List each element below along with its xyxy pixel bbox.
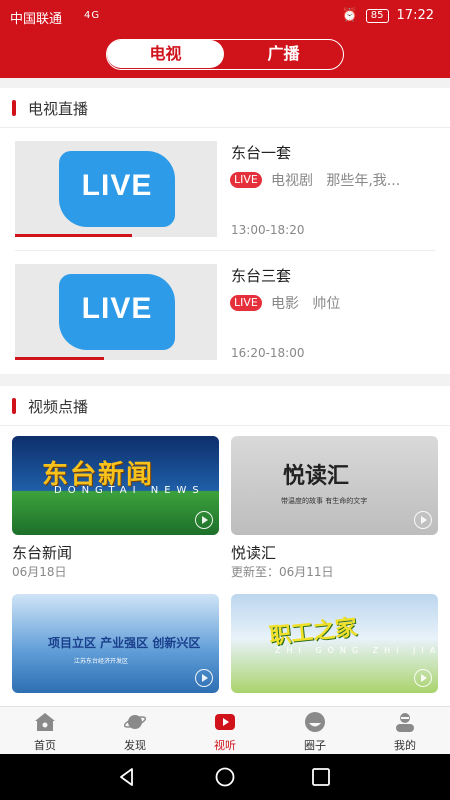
thumb-subtitle: DONGTAI NEWS [54, 485, 205, 496]
section-title: 电视直播 [28, 100, 89, 118]
nav-label: 我的 [394, 739, 416, 752]
play-icon[interactable] [195, 511, 213, 529]
alarm-icon: ⏰ [341, 8, 358, 23]
system-nav-bar [0, 754, 450, 800]
thumb-subtitle: 江苏东台经济开发区 [74, 658, 129, 665]
channel-name: 东台一套 [231, 144, 292, 162]
vod-thumbnail[interactable]: 项目立区 产业强区 创新兴区 江苏东台经济开发区 [12, 594, 219, 693]
thumb-title: 项目立区 产业强区 创新兴区 [48, 636, 201, 650]
channel-name: 东台三套 [231, 267, 292, 285]
play-icon [215, 714, 235, 730]
live-thumbnail[interactable]: LIVE [15, 141, 217, 237]
tv-radio-switch: 电视 广播 [106, 39, 344, 70]
play-icon[interactable] [195, 669, 213, 687]
back-icon[interactable] [116, 766, 138, 788]
vod-title: 悦读汇 [231, 544, 277, 562]
play-icon[interactable] [414, 669, 432, 687]
planet-icon [124, 715, 146, 729]
vod-date: 06月18日 [12, 565, 67, 579]
live-badge: LIVE [230, 172, 262, 188]
signal-icon: 4G [84, 10, 101, 21]
nav-circle[interactable]: 圈子 [270, 707, 360, 755]
thumb-subtitle: ZHI GONG ZHI JIA [275, 646, 438, 655]
vod-thumbnail[interactable]: 职工之家 ZHI GONG ZHI JIA [231, 594, 438, 693]
program-time: 13:00-18:20 [231, 223, 305, 237]
live-channel-item[interactable]: LIVE 东台三套 LIVE 电影 帅位 16:20-18:00 [0, 251, 450, 374]
playback-progress [15, 234, 133, 237]
status-bar: 中国联通 4G ⏰ 85 17:22 [0, 0, 450, 32]
live-list: LIVE 东台一套 LIVE 电视剧 那些年,我... 13:00-18:20 … [0, 128, 450, 374]
clock: 17:22 [396, 8, 434, 23]
tab-radio[interactable]: 广播 [225, 40, 342, 68]
program-title: 那些年,我... [326, 173, 401, 189]
live-thumb-text: LIVE [81, 169, 153, 202]
program-time: 16:20-18:00 [231, 346, 305, 360]
nav-discover[interactable]: 发现 [90, 707, 180, 755]
thumb-title: 职工之家 [268, 615, 359, 650]
vod-thumbnail[interactable]: 东台新闻 DONGTAI NEWS [12, 436, 219, 535]
thumb-title: 悦读汇 [283, 464, 350, 489]
live-thumbnail[interactable]: LIVE [15, 264, 217, 360]
live-thumb-text: LIVE [81, 292, 153, 325]
nav-label: 首页 [34, 739, 56, 752]
app-header: 中国联通 4G ⏰ 85 17:22 电视 广播 [0, 0, 450, 78]
nav-home[interactable]: 首页 [0, 707, 90, 755]
user-icon [396, 713, 414, 732]
recents-icon[interactable] [310, 766, 332, 788]
program-category: 电影 [271, 296, 299, 312]
vod-grid: 东台新闻 DONGTAI NEWS 东台新闻 06月18日 悦读汇 带温度的故事… [0, 426, 450, 706]
bottom-nav: 首页 发现 视听 圈子 我的 [0, 706, 450, 754]
vod-date: 更新至：06月11日 [231, 565, 334, 579]
program-title: 帅位 [312, 296, 341, 312]
program-info: 电视剧 那些年,我... [271, 170, 400, 190]
play-icon[interactable] [414, 511, 432, 529]
program-info: 电影 帅位 [271, 293, 340, 313]
section-title: 视频点播 [28, 398, 89, 416]
thumb-subtitle: 带温度的故事 有生命的文字 [281, 497, 368, 505]
program-category: 电视剧 [271, 173, 313, 189]
vod-title: 东台新闻 [12, 544, 73, 562]
home-icon [35, 713, 55, 731]
nav-label: 发现 [124, 739, 146, 752]
nav-media[interactable]: 视听 [180, 707, 270, 755]
live-badge: LIVE [230, 295, 262, 311]
section-marker [12, 100, 16, 116]
live-section-header: 电视直播 [0, 88, 450, 128]
vod-section-header: 视频点播 [0, 386, 450, 426]
nav-mine[interactable]: 我的 [360, 707, 450, 755]
home-circle-icon[interactable] [214, 766, 236, 788]
vod-thumbnail[interactable]: 悦读汇 带温度的故事 有生命的文字 [231, 436, 438, 535]
nav-label: 圈子 [304, 739, 326, 752]
nav-label: 视听 [214, 739, 236, 752]
tab-tv[interactable]: 电视 [107, 40, 224, 68]
carrier-label: 中国联通 [10, 12, 63, 27]
battery-icon: 85 [365, 8, 389, 23]
circle-face-icon [305, 712, 325, 732]
playback-progress [15, 357, 104, 360]
section-marker [12, 398, 16, 414]
live-channel-item[interactable]: LIVE 东台一套 LIVE 电视剧 那些年,我... 13:00-18:20 [0, 128, 450, 251]
